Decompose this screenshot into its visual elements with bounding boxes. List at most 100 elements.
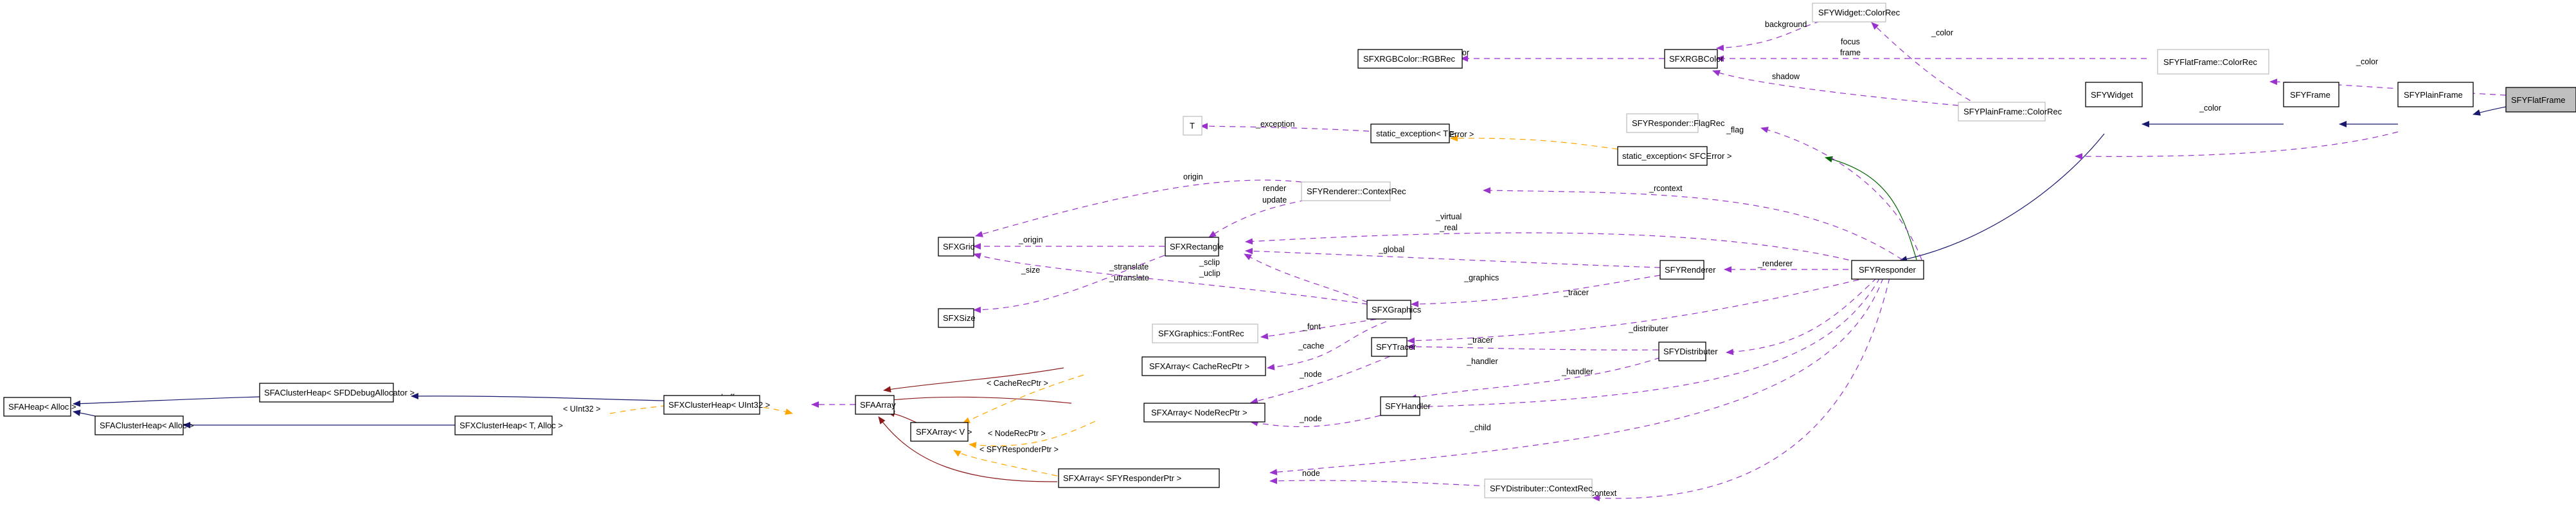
- edge-label-font: _font: [1302, 322, 1321, 331]
- edge-label-origin-ctx: origin: [1183, 172, 1203, 181]
- node-sfywidget-colorrec[interactable]: SFYWidget::ColorRec: [1812, 3, 1901, 23]
- edge-label-update: update: [1262, 196, 1287, 205]
- edge-label-global: _global: [1378, 245, 1404, 254]
- edge-label-uint32: < UInt32 >: [563, 405, 600, 414]
- node-sfxarray-v[interactable]: SFXArray< V >: [910, 422, 972, 442]
- edge-label-widget-color: _color: [1931, 28, 1953, 37]
- edge-global: [1245, 248, 1661, 268]
- edge-debugheap-to-aheap: [73, 396, 260, 407]
- node-sfxclusterheap-uint32[interactable]: SFXClusterHeap< UInt32 >: [663, 395, 770, 415]
- node-label: SFXGraphics::FontRec: [1158, 329, 1244, 338]
- node-sfyframe[interactable]: SFYFrame: [2283, 82, 2339, 107]
- node-sfxarray-sfyresponderptr[interactable]: SFXArray< SFYResponderPtr >: [1058, 468, 1220, 488]
- edge-label-frame: frame: [1840, 48, 1861, 57]
- edge-ctx-render-update: [1208, 199, 1306, 238]
- node-label: SFXRectangle: [1170, 242, 1224, 251]
- edge-label-cache: _cache: [1298, 341, 1324, 351]
- node-sfyflatframe[interactable]: SFYFlatFrame: [2505, 87, 2576, 113]
- edge-label-renderer: _renderer: [1757, 259, 1793, 268]
- node-sfyplainframe[interactable]: SFYPlainFrame: [2397, 82, 2474, 107]
- node-label: SFYFrame: [2290, 90, 2330, 100]
- node-sfxrgbcolor-rgbrec[interactable]: SFXRGBColor::RGBRec: [1357, 49, 1463, 69]
- edge-label-background: background: [1765, 20, 1807, 29]
- node-label: SFXArray< CacheRecPtr >: [1149, 361, 1249, 371]
- node-label: SFAHeap< Alloc >: [8, 402, 76, 412]
- node-label: SFXRGBColor: [1669, 54, 1724, 64]
- edge-label-uclip: _uclip: [1199, 269, 1221, 278]
- node-label: SFYWidget: [2091, 90, 2133, 100]
- node-sfyresponder-flagrec[interactable]: SFYResponder::FlagRec: [1626, 113, 1725, 133]
- edge-label-flat-color: _color: [2356, 57, 2378, 66]
- node-sfaclusterheap-alloc[interactable]: SFAClusterHeap< Alloc >: [94, 415, 194, 435]
- edge-shadow: [1712, 70, 1959, 106]
- edge-label-plain-color: _color: [2199, 104, 2221, 113]
- node-label: SFXClusterHeap< UInt32 >: [668, 400, 770, 410]
- edge-label-virtual: _virtual: [1435, 212, 1462, 221]
- node-sfxrgbcolor[interactable]: SFXRGBColor: [1664, 49, 1724, 69]
- node-label: SFYRenderer::ContextRec: [1307, 187, 1406, 196]
- node-t[interactable]: T: [1183, 116, 1203, 136]
- edge-flag: [1760, 127, 1922, 260]
- edge-label-render: render: [1263, 184, 1286, 193]
- node-label: SFYWidget::ColorRec: [1818, 8, 1901, 17]
- node-label: SFXGraphics: [1372, 305, 1422, 314]
- node-sfyrenderer[interactable]: SFYRenderer: [1659, 260, 1716, 280]
- node-label: SFXArray< NodeRecPtr >: [1151, 408, 1248, 417]
- node-sfxarray-cacherecptr[interactable]: SFXArray< CacheRecPtr >: [1141, 356, 1266, 376]
- edge-template-responderptr: [953, 450, 1058, 477]
- edge-widget-to-responder: [1899, 133, 2105, 262]
- node-label: SFXSize: [943, 313, 976, 323]
- node-sfxgraphics-fontrec[interactable]: SFXGraphics::FontRec: [1152, 323, 1258, 343]
- node-sfyflatframe-colorrec[interactable]: SFYFlatFrame::ColorRec: [2157, 49, 2269, 75]
- node-sfaheap-alloc[interactable]: SFAHeap< Alloc >: [3, 397, 76, 417]
- node-sfxarray-noderecptr[interactable]: SFXArray< NodeRecPtr >: [1143, 403, 1266, 423]
- node-sfaclusterheap-sfddebugallocator[interactable]: SFAClusterHeap< SFDDebugAllocator >: [259, 383, 415, 403]
- collaboration-diagram: _color _color _color background focus fr…: [3, 3, 2576, 502]
- node-sfxrectangle[interactable]: SFXRectangle: [1165, 237, 1224, 257]
- edge-responder-to-static-exception: [1825, 156, 1917, 260]
- node-sfxgrid[interactable]: SFXGrid: [938, 237, 975, 257]
- node-sfydistributer-contextrec[interactable]: SFYDistributer::ContextRec: [1484, 478, 1593, 498]
- node-sfyrenderer-contextrec[interactable]: SFYRenderer::ContextRec: [1301, 181, 1406, 201]
- edge-label-rcontext: _rcontext: [1649, 184, 1683, 193]
- node-sfaarray[interactable]: SFAArray: [855, 395, 896, 415]
- edge-cache: [1267, 321, 1387, 370]
- node-sfxsize[interactable]: SFXSize: [938, 308, 976, 328]
- node-label: SFYHandler: [1385, 401, 1431, 411]
- node-sfxclusterheap-t-alloc[interactable]: SFXClusterHeap< T, Alloc >: [454, 415, 563, 435]
- edge-label-utranslate: _utranslate: [1109, 273, 1149, 282]
- edge-label-handler-resp: _handler: [1561, 367, 1593, 376]
- edge-stranslate: [973, 253, 1368, 305]
- node-sfyhandler[interactable]: SFYHandler: [1380, 396, 1431, 416]
- node-label: static_exception< SFCError >: [1622, 151, 1732, 161]
- edge-label-noderecptr: < NodeRecPtr >: [988, 429, 1046, 438]
- edge-distributer: [1726, 277, 1877, 356]
- node-label: SFYFlatFrame::ColorRec: [2163, 57, 2257, 67]
- node-sfydistributer[interactable]: SFYDistributer: [1658, 341, 1718, 361]
- node-label: SFYFlatFrame: [2511, 95, 2566, 105]
- edge-label-node-tracer: _node: [1299, 370, 1322, 379]
- node-sfxgraphics[interactable]: SFXGraphics: [1366, 300, 1422, 320]
- edge-label-sfyresponderptr: < SFYResponderPtr >: [979, 445, 1059, 454]
- node-label: SFAClusterHeap< SFDDebugAllocator >: [264, 388, 415, 397]
- edge-label-flag: _flag: [1726, 125, 1744, 134]
- edge-label-handler-dist: _handler: [1466, 357, 1498, 366]
- node-label: SFXArray< SFYResponderPtr >: [1063, 473, 1181, 483]
- node-label: SFYResponder::FlagRec: [1632, 118, 1725, 128]
- node-static-exception-sfcerror[interactable]: static_exception< SFCError >: [1617, 146, 1732, 166]
- node-sfyresponder[interactable]: SFYResponder: [1851, 260, 1924, 280]
- node-static-exception-t[interactable]: static_exception< T >: [1370, 123, 1455, 143]
- edge-clusteralloc-to-aheap: [73, 410, 96, 417]
- node-sfywidget[interactable]: SFYWidget: [2085, 82, 2143, 107]
- edge-dcontext: [1592, 277, 1890, 502]
- node-sfyplainframe-colorrec[interactable]: SFYPlainFrame::ColorRec: [1958, 102, 2062, 122]
- node-label: SFAClusterHeap< Alloc >: [100, 421, 194, 430]
- node-label: SFYPlainFrame: [2404, 90, 2463, 100]
- node-label: T: [1190, 121, 1195, 131]
- edge-label-shadow: shadow: [1772, 72, 1800, 81]
- edge-graphics: [1411, 275, 1661, 307]
- edge-label-tracer-resp: _tracer: [1563, 288, 1589, 297]
- node-label: SFXRGBColor::RGBRec: [1363, 54, 1456, 64]
- edge-font: [1260, 317, 1387, 340]
- node-label: SFYDistributer::ContextRec: [1490, 484, 1593, 493]
